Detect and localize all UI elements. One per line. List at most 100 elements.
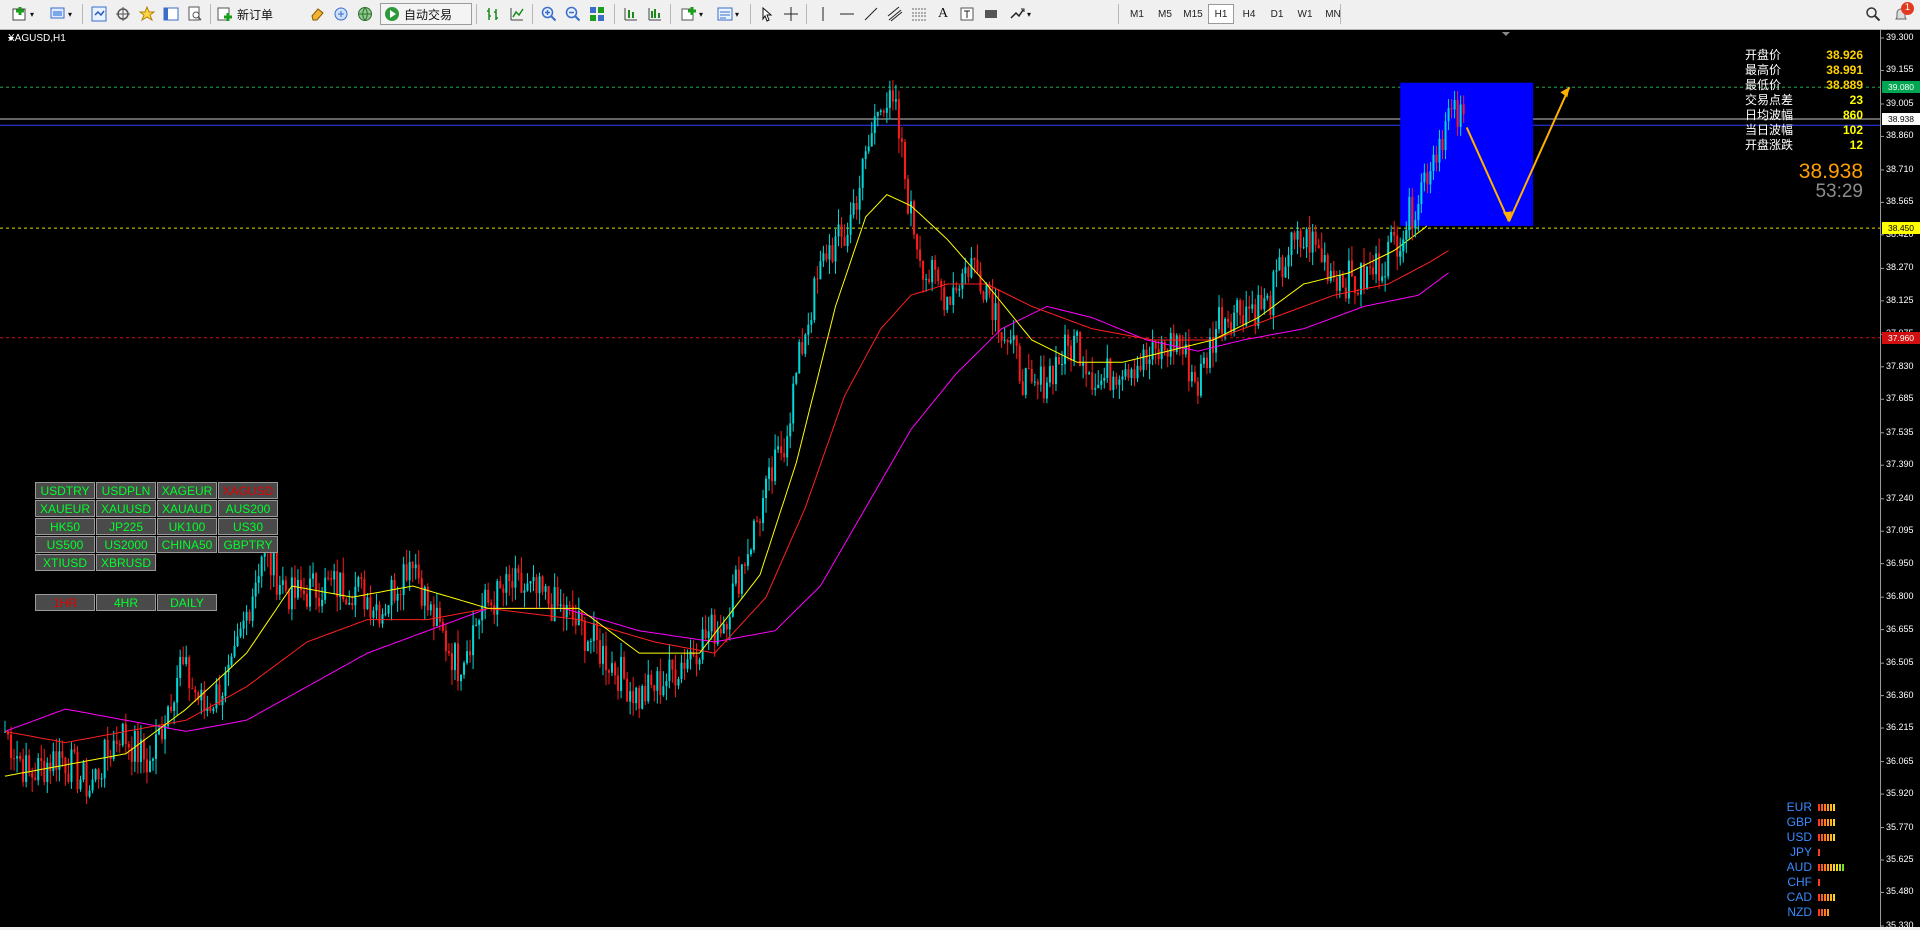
strength-bar — [1824, 864, 1826, 871]
symbol-button-usdtry[interactable]: USDTRY — [35, 482, 95, 499]
candle-body — [846, 234, 849, 247]
signals-button[interactable] — [330, 3, 352, 25]
strategy-tester-button[interactable] — [184, 3, 206, 25]
candle-body — [946, 296, 949, 311]
notifications-button[interactable]: 1 — [1888, 2, 1914, 25]
crosshair-button[interactable] — [780, 3, 802, 25]
price-axis-label: 35.480 — [1886, 886, 1914, 897]
timeframe-d1[interactable]: D1 — [1264, 4, 1290, 24]
price-axis-label: 36.950 — [1886, 557, 1914, 568]
symbol-button-xagusd[interactable]: XAGUSD — [218, 482, 278, 499]
tf-button-1hr[interactable]: 1HR — [35, 594, 95, 611]
candle-body — [432, 604, 435, 627]
price-axis-label: 35.770 — [1886, 821, 1914, 832]
text-label-button[interactable] — [956, 3, 978, 25]
candle-body — [170, 706, 173, 711]
data-window-button[interactable] — [112, 3, 134, 25]
candle-body — [934, 260, 937, 270]
symbol-button-xageur[interactable]: XAGEUR — [157, 482, 217, 499]
new-order-button[interactable]: 新订单 — [214, 3, 300, 25]
market-button[interactable] — [354, 3, 376, 25]
timeframe-h4[interactable]: H4 — [1236, 4, 1262, 24]
zoom-in-button[interactable] — [538, 3, 560, 25]
candle-body — [1221, 307, 1224, 334]
candle-body — [644, 685, 647, 702]
symbol-button-us2000[interactable]: US2000 — [96, 536, 156, 553]
tf-button-4hr[interactable]: 4HR — [96, 594, 156, 611]
forecast-box — [1400, 82, 1534, 226]
timeframe-m15[interactable]: M15 — [1180, 4, 1206, 24]
candle-body — [1012, 335, 1015, 341]
candle-body — [321, 599, 324, 607]
symbol-button-hk50[interactable]: HK50 — [35, 518, 95, 535]
symbol-button-xaueur[interactable]: XAUEUR — [35, 500, 95, 517]
candle-body — [906, 179, 909, 214]
symbol-button-china50[interactable]: CHINA50 — [157, 536, 217, 553]
horizontal-line-button[interactable] — [836, 3, 858, 25]
indicators-button[interactable]: ▾ — [676, 3, 708, 25]
price-axis-label: 39.005 — [1886, 97, 1914, 108]
auto-trading-button[interactable]: 自动交易 — [380, 3, 472, 25]
rectangle-button[interactable] — [980, 3, 1002, 25]
zoom-out-button[interactable] — [562, 3, 584, 25]
tf-button-daily[interactable]: DAILY — [157, 594, 217, 611]
timeframe-m5[interactable]: M5 — [1152, 4, 1178, 24]
candle-body — [1242, 315, 1245, 326]
candle-body — [324, 577, 327, 600]
chart-shift-button[interactable] — [620, 3, 642, 25]
trendline-button[interactable] — [860, 3, 882, 25]
candle-body — [1281, 257, 1284, 278]
timeframe-m1[interactable]: M1 — [1124, 4, 1150, 24]
candle-body — [743, 564, 746, 566]
text-button[interactable]: A — [932, 3, 954, 25]
new-chart-button[interactable]: ▾ — [8, 3, 38, 25]
candle-body — [1266, 295, 1269, 299]
terminal-button[interactable] — [160, 3, 182, 25]
timeframe-mn[interactable]: MN — [1320, 4, 1346, 24]
symbol-button-aus200[interactable]: AUS200 — [218, 500, 278, 517]
candle-body — [550, 604, 553, 621]
symbol-button-xauusd[interactable]: XAUUSD — [96, 500, 156, 517]
candle-body — [1417, 203, 1420, 221]
candle-body — [752, 520, 755, 550]
chart-window[interactable]: XAGUSD,H1 开盘价 38.926 最高价 38.991 最低价 38.889 交易点… — [0, 30, 1920, 930]
candle-body — [1003, 339, 1006, 341]
symbol-button-xbrusd[interactable]: XBRUSD — [96, 554, 156, 571]
timeframe-h1[interactable]: H1 — [1208, 4, 1234, 24]
candle-body — [873, 116, 876, 134]
search-button[interactable] — [1862, 3, 1884, 25]
fibonacci-button[interactable] — [908, 3, 930, 25]
shapes-button[interactable]: ▾ — [1004, 3, 1036, 25]
favorites-button[interactable] — [136, 3, 158, 25]
tile-windows-button[interactable] — [586, 3, 608, 25]
market-watch-button[interactable] — [88, 3, 110, 25]
crosshair-icon — [784, 7, 798, 21]
symbol-button-xtiusd[interactable]: XTIUSD — [35, 554, 95, 571]
candle-body — [1193, 372, 1196, 382]
equidistant-channel-button[interactable] — [884, 3, 906, 25]
cursor-button[interactable] — [756, 3, 778, 25]
price-chart[interactable] — [0, 30, 1920, 927]
candlestick-button[interactable] — [506, 3, 528, 25]
symbol-button-uk100[interactable]: UK100 — [157, 518, 217, 535]
info-label: 当日波幅 — [1745, 123, 1794, 137]
auto-scroll-button[interactable] — [644, 3, 666, 25]
candle-body — [1372, 267, 1375, 275]
profiles-button[interactable]: ▾ — [46, 3, 76, 25]
bar-chart-button[interactable] — [482, 3, 504, 25]
vertical-line-button[interactable] — [812, 3, 834, 25]
candle-body — [556, 587, 559, 607]
symbol-button-us500[interactable]: US500 — [35, 536, 95, 553]
symbol-button-usdpln[interactable]: USDPLN — [96, 482, 156, 499]
symbol-button-us30[interactable]: US30 — [218, 518, 278, 535]
eraser-button[interactable] — [306, 3, 328, 25]
timeframe-w1[interactable]: W1 — [1292, 4, 1318, 24]
periods-button[interactable]: ▾ — [712, 3, 744, 25]
candle-body — [405, 564, 408, 581]
candle-body — [1064, 334, 1067, 365]
strength-bar — [1842, 864, 1844, 871]
symbol-button-xauaud[interactable]: XAUAUD — [157, 500, 217, 517]
info-value: 860 — [1842, 108, 1863, 122]
symbol-button-gbptry[interactable]: GBPTRY — [218, 536, 278, 553]
symbol-button-jp225[interactable]: JP225 — [96, 518, 156, 535]
